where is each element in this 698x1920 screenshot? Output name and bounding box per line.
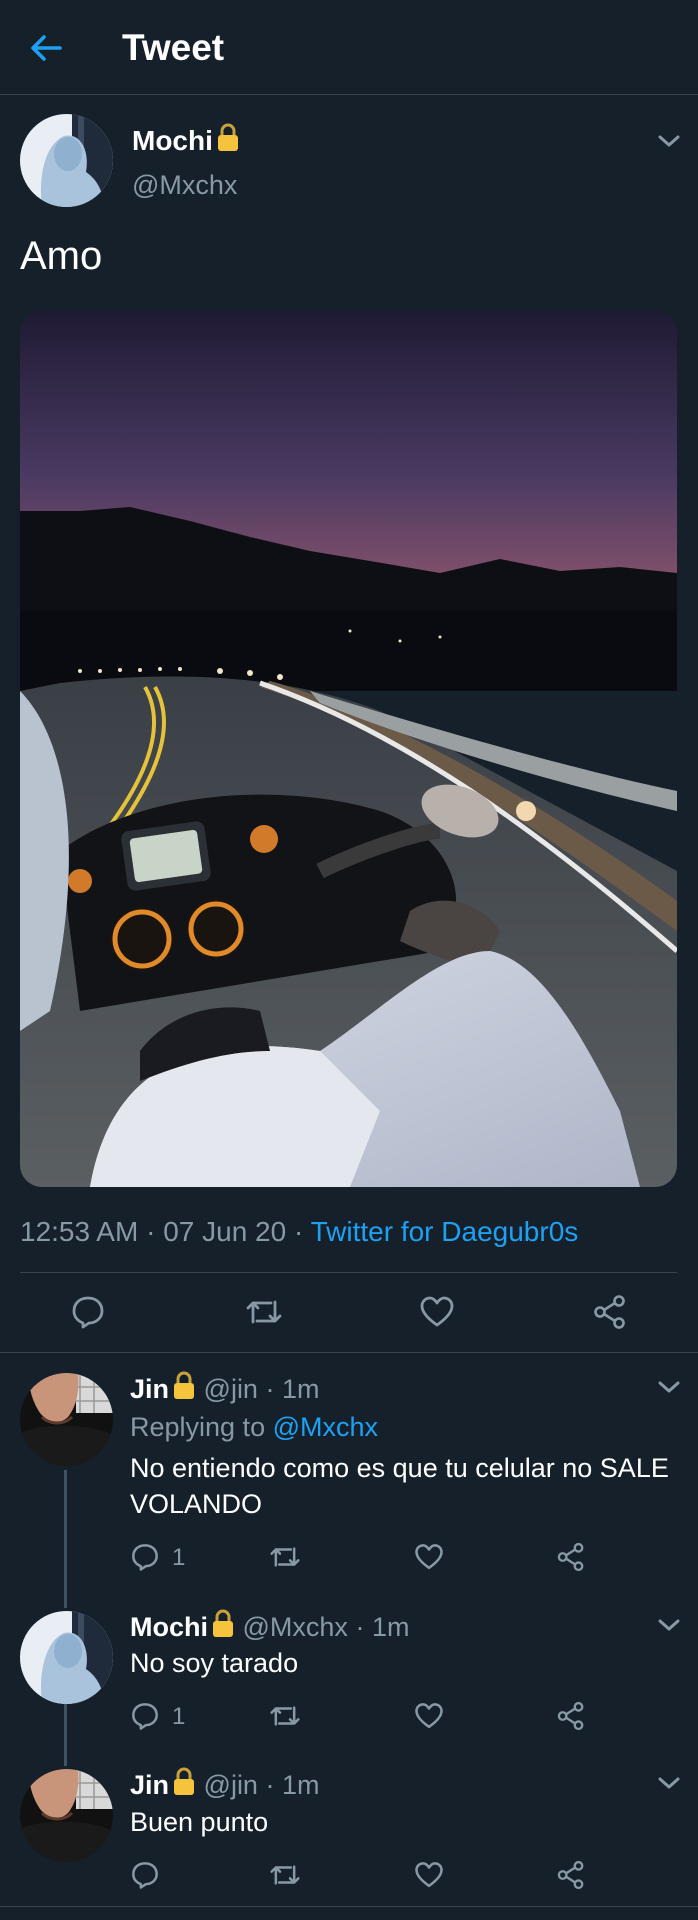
lock-icon (172, 1766, 196, 1804)
reply-count: 1 (172, 1703, 186, 1730)
avatar[interactable] (20, 1769, 113, 1862)
reply-time: 1m (371, 1612, 410, 1642)
lock-icon (172, 1370, 196, 1408)
tweet-actions (0, 1273, 698, 1352)
reply-text: No soy tarado (130, 1648, 299, 1678)
reply-time: 1m (281, 1770, 320, 1800)
author-handle[interactable]: @jin (204, 1770, 258, 1800)
heart-icon[interactable] (414, 1860, 444, 1895)
share-icon[interactable] (556, 1860, 586, 1895)
author-handle[interactable]: @jin (204, 1374, 258, 1404)
tweet-text: Amo (20, 234, 103, 278)
reply-header: Jin @jin · 1m (130, 1766, 319, 1804)
author-name[interactable]: Jin (130, 1770, 169, 1800)
thread-line (64, 1470, 67, 1608)
share-icon[interactable] (556, 1701, 586, 1736)
author-handle[interactable]: @Mxchx (243, 1612, 348, 1642)
retweet-icon[interactable] (268, 1860, 302, 1895)
retweet-icon[interactable] (244, 1294, 284, 1335)
reply-header: Jin @jin · 1m (130, 1370, 319, 1408)
reply-time: 1m (281, 1374, 320, 1404)
page-title: Tweet (122, 27, 225, 68)
replying-to: Replying to @Mxchx (130, 1412, 379, 1442)
tweet-time: 12:53 AM (20, 1216, 139, 1247)
reply-icon[interactable] (70, 1294, 106, 1335)
divider (0, 1906, 698, 1907)
tweet-photo[interactable] (20, 311, 677, 1187)
share-icon[interactable] (556, 1542, 586, 1577)
author-name[interactable]: Mochi (130, 1612, 208, 1642)
heart-icon[interactable] (414, 1701, 444, 1736)
chevron-down-icon[interactable] (656, 1774, 682, 1792)
reply-actions (130, 1855, 610, 1895)
chevron-down-icon[interactable] (656, 1616, 682, 1634)
thread-line (64, 1704, 67, 1766)
meta-dot: · (293, 1216, 304, 1247)
chevron-down-icon[interactable] (656, 132, 682, 150)
lock-icon (216, 122, 240, 160)
reply-icon[interactable] (130, 1542, 160, 1577)
reply-actions: 1 (130, 1696, 610, 1736)
arrow-left-icon[interactable] (26, 28, 66, 68)
divider (0, 1352, 698, 1353)
share-icon[interactable] (592, 1294, 628, 1335)
author-name[interactable]: Jin (130, 1374, 169, 1404)
replying-to-link[interactable]: @Mxchx (273, 1412, 378, 1442)
tweet-source-link[interactable]: Twitter for Daegubr0s (311, 1216, 579, 1247)
author-handle[interactable]: @Mxchx (132, 168, 237, 202)
tweet-meta: 12:53 AM · 07 Jun 20 · Twitter for Daegu… (20, 1212, 578, 1252)
reply-count: 1 (172, 1544, 186, 1571)
reply-header: Mochi @Mxchx · 1m (130, 1608, 409, 1646)
heart-icon[interactable] (414, 1542, 444, 1577)
chevron-down-icon[interactable] (656, 1378, 682, 1396)
reply-text: Buen punto (130, 1807, 269, 1837)
reply-icon[interactable] (130, 1701, 160, 1736)
avatar[interactable] (20, 1373, 113, 1466)
meta-dot: · (146, 1216, 156, 1247)
reply-icon[interactable] (130, 1860, 160, 1895)
top-bar: Tweet (0, 0, 698, 95)
author-name[interactable]: Mochi (132, 122, 240, 160)
reply-text: No entiendo como es que tu celular no SA… (130, 1453, 669, 1519)
reply-actions: 1 (130, 1537, 610, 1577)
avatar[interactable] (20, 114, 113, 207)
heart-icon[interactable] (419, 1294, 455, 1335)
lock-icon (211, 1608, 235, 1646)
avatar[interactable] (20, 1611, 113, 1704)
retweet-icon[interactable] (268, 1542, 302, 1577)
retweet-icon[interactable] (268, 1701, 302, 1736)
tweet-date: 07 Jun 20 (163, 1216, 287, 1247)
